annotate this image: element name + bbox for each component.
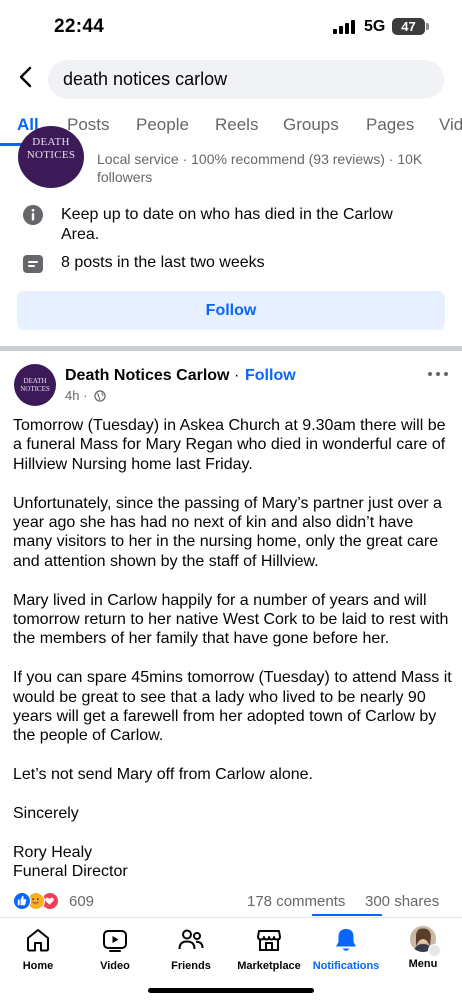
tab-people[interactable]: People <box>136 115 189 135</box>
back-button[interactable] <box>12 62 42 92</box>
comments-count[interactable]: 178 comments <box>247 893 345 910</box>
status-bar: 22:44 5G 47 <box>0 0 462 56</box>
home-icon <box>27 929 49 952</box>
nav-label: Friends <box>171 960 211 972</box>
post-author-separator: · <box>234 367 240 384</box>
page-description: Keep up to date on who has died in the C… <box>61 206 393 243</box>
like-icon <box>13 892 31 910</box>
avatar-logo-text: DEATH <box>23 377 47 385</box>
page-posts-count: 8 posts in the last two weeks <box>61 254 265 271</box>
page-avatar[interactable]: DEATH NOTICES <box>18 126 84 188</box>
posts-icon <box>23 255 43 273</box>
post-timestamp[interactable]: 4h · <box>65 388 87 403</box>
bell-icon <box>336 929 356 951</box>
post-author-name[interactable]: Death Notices Carlow <box>65 367 229 385</box>
globe-icon <box>94 390 106 402</box>
post-paragraph: Let’s not send Mary off from Carlow alon… <box>13 766 313 784</box>
info-icon <box>23 205 43 225</box>
nav-label: Menu <box>408 958 438 970</box>
chevron-left-icon <box>19 66 32 88</box>
post-paragraph: Unfortunately, since the passing of Mary… <box>13 494 442 570</box>
avatar-logo-text: NOTICES <box>20 385 50 393</box>
avatar-logo-text: NOTICES <box>26 149 76 161</box>
post-paragraph: Tomorrow (Tuesday) in Askea Church at 9.… <box>13 417 446 473</box>
battery-icon: 47 <box>392 18 425 35</box>
reaction-count[interactable]: 609 <box>69 893 94 910</box>
home-indicator[interactable] <box>148 988 314 993</box>
post-follow-button[interactable]: Follow <box>245 367 296 385</box>
nav-menu[interactable]: Menu <box>378 926 462 978</box>
tab-pages[interactable]: Pages <box>366 115 414 135</box>
menu-badge-icon <box>428 944 441 957</box>
signal-icon <box>333 20 355 34</box>
tab-reels[interactable]: Reels <box>215 115 258 135</box>
avatar-logo-text: DEATH <box>32 136 70 148</box>
video-icon <box>103 930 127 952</box>
network-type: 5G <box>364 18 386 35</box>
post-paragraph: Funeral Director <box>13 863 128 881</box>
friends-icon <box>178 929 204 950</box>
section-divider <box>0 346 462 351</box>
nav-friends[interactable]: Friends <box>146 926 236 978</box>
post-paragraph: If you can spare 45mins tomorrow (Tuesda… <box>13 669 452 745</box>
status-time: 22:44 <box>54 16 105 37</box>
tab-posts[interactable]: Posts <box>67 115 110 135</box>
follow-page-button[interactable]: Follow <box>17 291 445 330</box>
post-author-avatar[interactable]: DEATH NOTICES <box>14 364 56 406</box>
notifications-indicator <box>312 914 382 916</box>
tab-videos[interactable]: Vid <box>439 115 462 135</box>
tab-groups[interactable]: Groups <box>283 115 339 135</box>
post-text: Tomorrow (Tuesday) in Askea Church at 9.… <box>13 416 455 882</box>
search-input[interactable]: death notices carlow <box>48 60 444 99</box>
bottom-navigation: Home Video Friends Marketplace Notificat… <box>0 917 462 1000</box>
marketplace-icon <box>257 930 281 951</box>
search-row: death notices carlow <box>0 58 462 102</box>
battery-cap <box>426 23 429 30</box>
post-paragraph: Mary lived in Carlow happily for a numbe… <box>13 591 449 648</box>
page-meta: Local service · 100% recommend (93 revie… <box>97 151 423 185</box>
post-paragraph: Rory Healy <box>13 843 93 861</box>
post-paragraph: Sincerely <box>13 805 79 823</box>
more-options-icon[interactable] <box>426 366 450 382</box>
shares-count[interactable]: 300 shares <box>365 893 439 910</box>
